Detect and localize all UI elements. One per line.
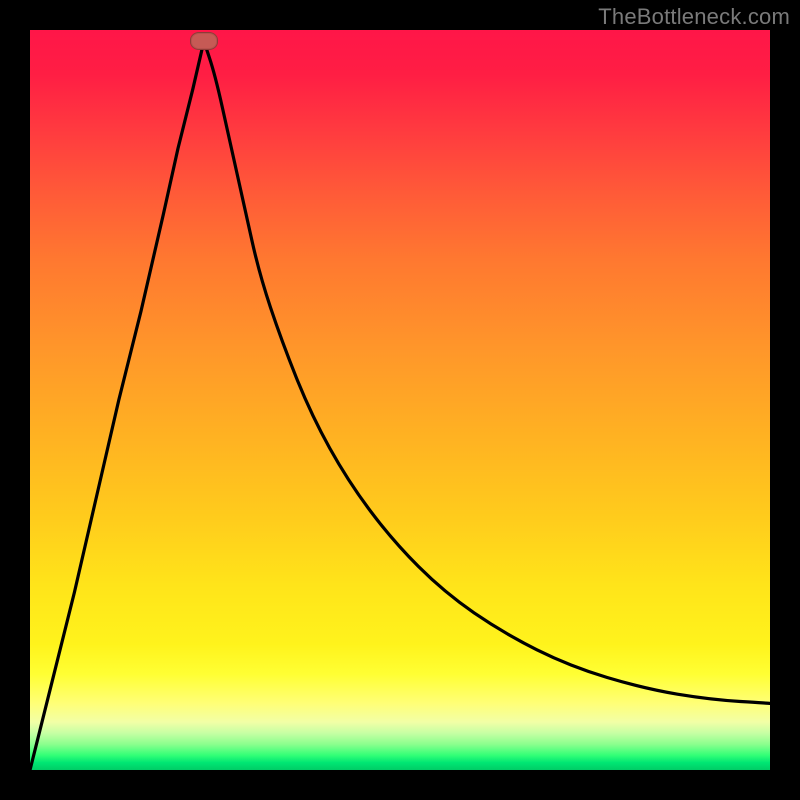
bottleneck-curve [30, 41, 770, 770]
curve-svg [30, 30, 770, 770]
attribution-text: TheBottleneck.com [598, 4, 790, 30]
chart-stage: TheBottleneck.com [0, 0, 800, 800]
plot-area [30, 30, 770, 770]
minimum-marker [190, 32, 218, 50]
